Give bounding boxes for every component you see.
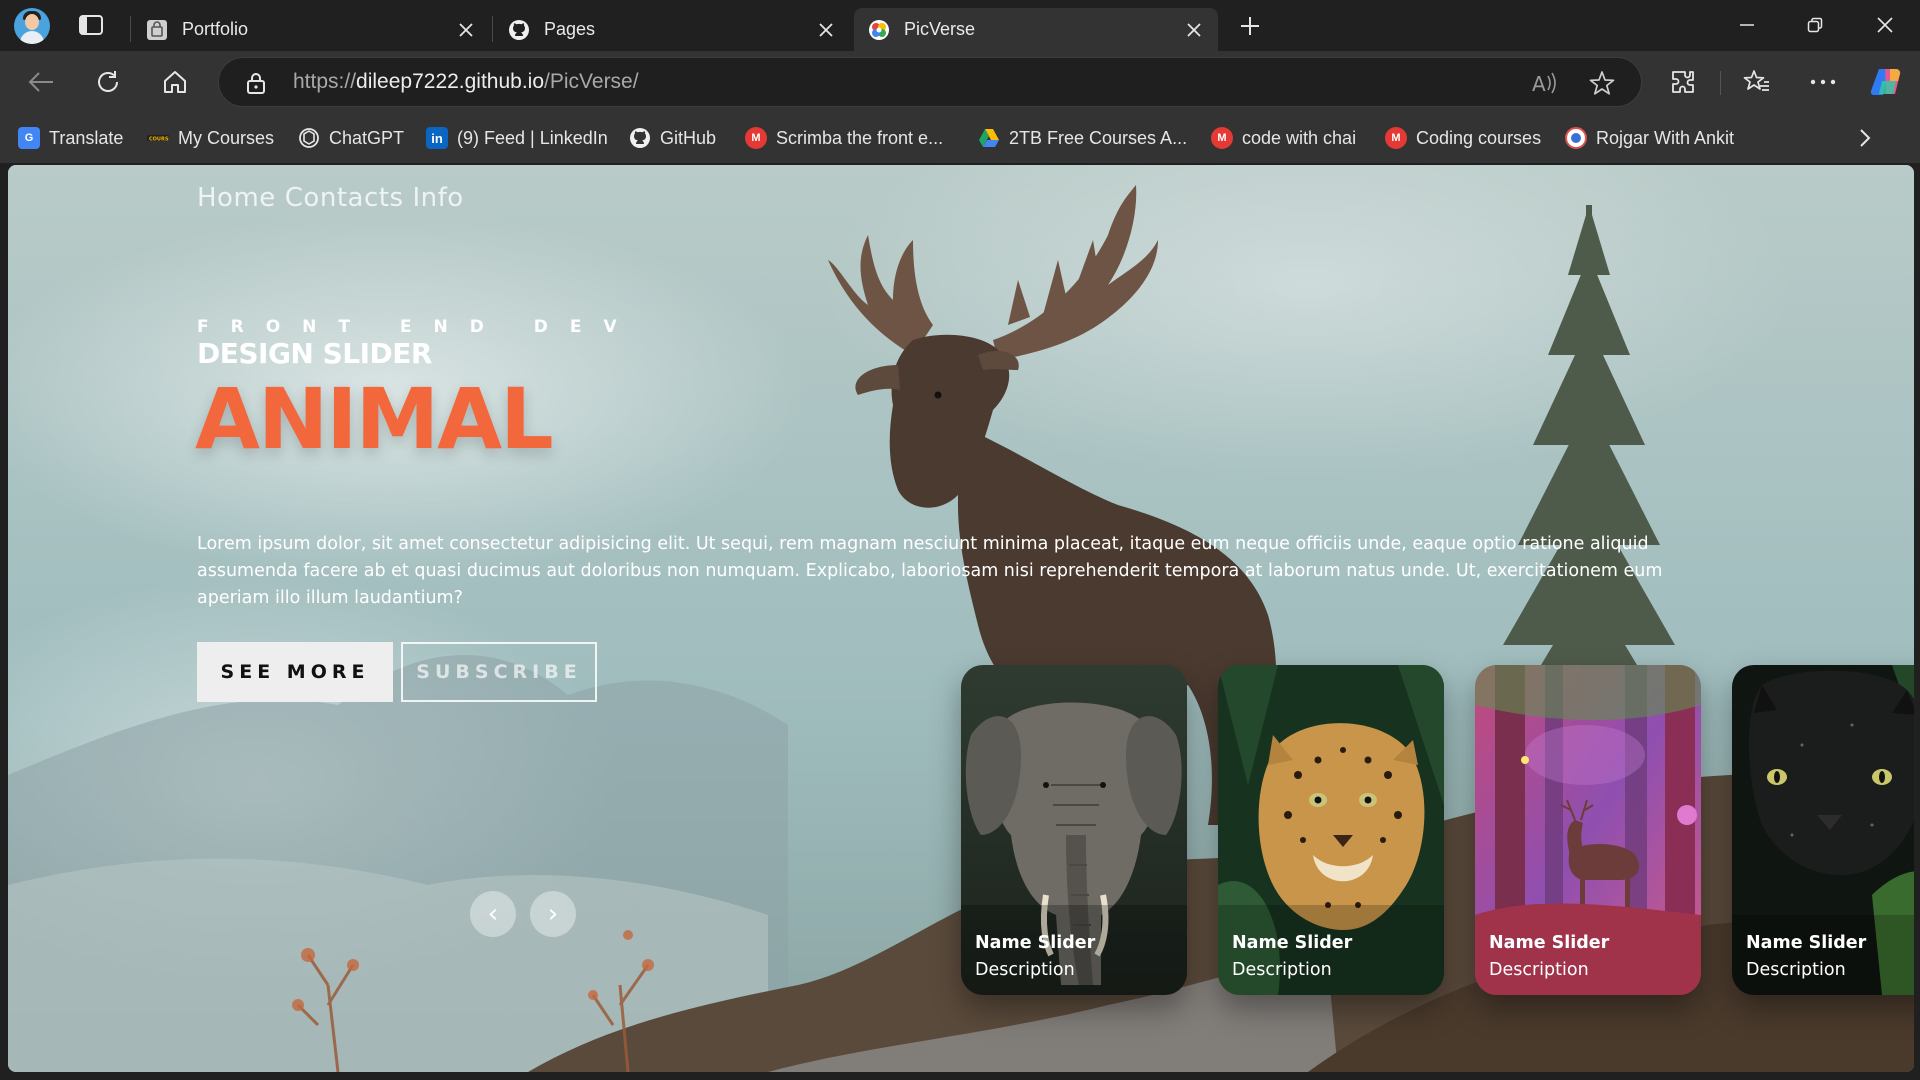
favorites-icon[interactable]	[1740, 65, 1774, 99]
card-description: Description	[1232, 960, 1332, 980]
card-name: Name Slider	[1746, 933, 1867, 953]
chevron-right-icon[interactable]	[1852, 125, 1878, 151]
tab-actions-icon[interactable]	[78, 14, 104, 36]
site-nav: Home Contacts Info	[197, 183, 473, 213]
hero-subtitle: DESIGN SLIDER	[197, 337, 432, 370]
bookmark-chatgpt[interactable]: ChatGPT	[298, 124, 404, 152]
linkedin-icon: in	[426, 127, 448, 149]
rojgar-logo-icon	[1565, 127, 1587, 149]
minimize-icon[interactable]	[1732, 10, 1762, 40]
tab-strip: Portfolio Pages PicVerse	[0, 0, 1920, 51]
gmail-m-icon: M	[1385, 127, 1407, 149]
gmail-m-icon: M	[1211, 127, 1233, 149]
close-tab-icon[interactable]	[1182, 18, 1206, 42]
chevron-right-icon: ›	[547, 899, 559, 929]
bookmark-scrimba[interactable]: M Scrimba the front e...	[745, 124, 943, 152]
card-description: Description	[975, 960, 1075, 980]
slider-card[interactable]: Name Slider Description	[961, 665, 1187, 995]
hero-headline: ANIMAL	[195, 370, 554, 468]
portfolio-favicon-icon	[146, 19, 168, 41]
read-aloud-icon[interactable]: A	[1531, 70, 1557, 96]
close-window-icon[interactable]	[1870, 10, 1900, 40]
extensions-icon[interactable]	[1666, 65, 1700, 99]
bookmark-code-with-chai[interactable]: M code with chai	[1211, 124, 1356, 152]
card-description: Description	[1489, 960, 1589, 980]
bookmark-translate[interactable]: G Translate	[18, 124, 123, 152]
bookmark-free-courses[interactable]: 2TB Free Courses A...	[978, 124, 1187, 152]
tab-pages[interactable]: Pages	[494, 8, 850, 51]
tab-title: PicVerse	[904, 19, 976, 39]
bookmark-github[interactable]: GitHub	[629, 124, 716, 152]
svg-text:COURSE: COURSE	[149, 137, 169, 143]
copilot-icon[interactable]	[1870, 65, 1904, 99]
bookmark-rojgar[interactable]: Rojgar With Ankit	[1565, 124, 1734, 152]
bookmark-my-courses[interactable]: COURSE My Courses	[147, 124, 274, 152]
card-description: Description	[1746, 960, 1846, 980]
bookmarks-bar: G Translate COURSE My Courses ChatGPT in…	[0, 113, 1920, 163]
subscribe-button[interactable]: SUBSCRIBE	[401, 642, 597, 702]
gmail-m-icon: M	[745, 127, 767, 149]
tab-title: Portfolio	[182, 19, 249, 39]
bookmark-coding-courses[interactable]: M Coding courses	[1385, 124, 1541, 152]
url-text[interactable]: https://dileep7222.github.io/PicVerse/	[293, 70, 639, 94]
close-tab-icon[interactable]	[454, 18, 478, 42]
browser-toolbar: https://dileep7222.github.io/PicVerse/ A	[0, 51, 1920, 113]
more-options-icon[interactable]	[1806, 65, 1840, 99]
google-translate-icon: G	[18, 127, 40, 149]
hero-description: Lorem ipsum dolor, sit amet consectetur …	[197, 534, 1663, 608]
picverse-favicon-icon	[868, 19, 890, 41]
lock-icon[interactable]	[245, 71, 267, 95]
reload-icon[interactable]	[91, 65, 125, 99]
see-more-button[interactable]: SEE MORE	[197, 642, 393, 702]
tab-portfolio[interactable]: Portfolio	[132, 8, 490, 51]
next-slide-button[interactable]: ›	[530, 891, 576, 937]
page-viewport: Home Contacts Info FRONT END DEV DESIGN SL…	[8, 165, 1914, 1072]
card-name: Name Slider	[975, 933, 1096, 953]
google-drive-icon	[978, 127, 1000, 149]
home-icon[interactable]	[158, 65, 192, 99]
hero-kicker: FRONT END DEV	[197, 317, 639, 337]
tab-picverse[interactable]: PicVerse	[854, 8, 1218, 51]
nav-link-contacts[interactable]: Contacts	[285, 183, 404, 213]
close-tab-icon[interactable]	[814, 18, 838, 42]
nav-link-info[interactable]: Info	[412, 183, 463, 213]
chevron-left-icon: ‹	[487, 899, 499, 929]
slider-card[interactable]: Name Slider Description	[1732, 665, 1914, 995]
github-icon	[629, 127, 651, 149]
slider-card[interactable]: Name Slider Description	[1218, 665, 1444, 995]
profile-avatar[interactable]	[14, 8, 50, 44]
address-bar[interactable]: https://dileep7222.github.io/PicVerse/ A	[218, 57, 1642, 107]
svg-text:A: A	[1532, 72, 1546, 96]
courses-logo-icon: COURSE	[147, 127, 169, 149]
chatgpt-icon	[298, 127, 320, 149]
favorite-star-icon[interactable]	[1589, 70, 1615, 96]
restore-icon[interactable]	[1800, 10, 1830, 40]
nav-link-home[interactable]: Home	[197, 183, 276, 213]
tab-title: Pages	[544, 19, 596, 39]
card-name: Name Slider	[1489, 933, 1610, 953]
slider-card[interactable]: Name Slider Description	[1475, 665, 1701, 995]
github-icon	[508, 19, 530, 41]
back-icon[interactable]	[24, 65, 58, 99]
new-tab-icon[interactable]	[1236, 12, 1264, 40]
bookmark-linkedin[interactable]: in (9) Feed | LinkedIn	[426, 124, 608, 152]
prev-slide-button[interactable]: ‹	[470, 891, 516, 937]
card-name: Name Slider	[1232, 933, 1353, 953]
